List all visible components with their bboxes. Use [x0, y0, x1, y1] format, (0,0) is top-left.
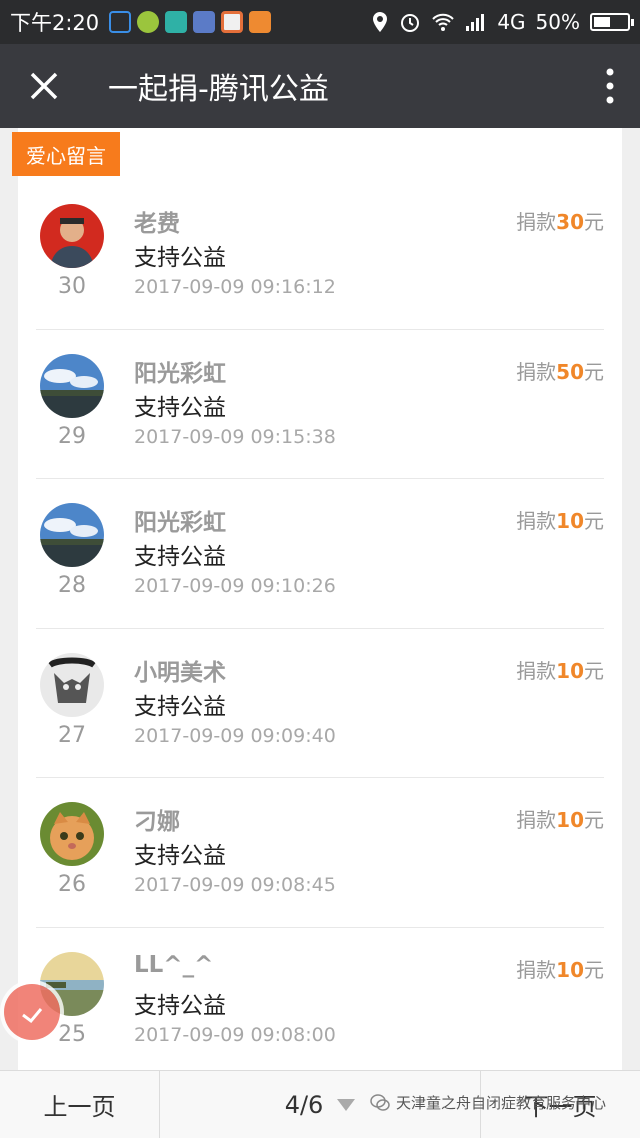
donation-amount: 捐款10元 [516, 954, 604, 983]
message-rank: 28 [58, 573, 86, 598]
donor-name: 小明美术 [134, 659, 226, 686]
battery-icon [590, 13, 634, 31]
avatar[interactable] [40, 802, 104, 866]
donation-label: 捐款 [516, 808, 557, 832]
message-time: 2017-09-09 09:16:12 [134, 276, 336, 298]
message-item: 26 刁娜支持公益 2017-09-09 09:08:45 捐款10元 [36, 778, 604, 928]
message-item: 25 LL^_^ 支持公益 2017-09-09 09:08:00 捐款10元 [36, 928, 604, 1071]
donation-value: 30 [556, 210, 584, 234]
watermark: 天津童之舟自闭症教育服务中心 [370, 1092, 606, 1113]
gallery-app-icon [221, 11, 244, 33]
message-content[interactable]: 爱心留言 30 老费 支持公益 2017-09-09 09:16:12 捐款30元 29 阳… [0, 128, 640, 1070]
donation-amount: 捐款10元 [516, 804, 604, 833]
wifi-icon [432, 13, 455, 31]
lock-app-icon [109, 11, 132, 33]
more-vertical-icon [606, 68, 614, 104]
currency-unit: 元 [584, 509, 604, 533]
message-list: 30 老费 支持公益 2017-09-09 09:16:12 捐款30元 29 阳光彩虹 支持… [18, 180, 622, 1070]
watermark-text: 天津童之舟自闭症教育服务中心 [396, 1094, 607, 1112]
donation-amount: 捐款30元 [516, 206, 604, 235]
location-icon [373, 12, 388, 32]
message-rank: 27 [58, 722, 86, 748]
message-rank: 26 [58, 872, 86, 897]
status-bar: 下午2:20 4G 50% [0, 0, 640, 44]
weibo-app-icon [249, 11, 272, 33]
donation-label: 捐款 [516, 359, 557, 384]
message-text: 支持公益 [134, 394, 226, 421]
avatar[interactable] [40, 353, 104, 418]
donor-name: 阳光彩虹 [134, 510, 226, 536]
currency-unit: 元 [584, 808, 604, 832]
donation-label: 捐款 [516, 957, 557, 982]
message-time: 2017-09-09 09:08:00 [134, 1023, 336, 1046]
donor-name: 老费 [134, 211, 180, 237]
status-time: 下午2:20 [10, 11, 100, 35]
alarm-icon [401, 14, 420, 32]
signal-icon [466, 14, 485, 31]
donation-label: 捐款 [516, 210, 557, 234]
battery-percent: 50% [535, 10, 580, 34]
network-type: 4G [497, 10, 526, 34]
message-item: 30 老费 支持公益 2017-09-09 09:16:12 捐款30元 [36, 180, 604, 330]
donor-name: LL^_^ [134, 951, 214, 978]
currency-unit: 元 [584, 210, 604, 234]
donation-value: 10 [556, 658, 584, 683]
message-rank: 29 [58, 423, 86, 449]
message-text: 支持公益 [134, 245, 226, 271]
currency-unit: 元 [584, 658, 604, 683]
message-text: 支持公益 [134, 544, 226, 570]
avatar[interactable] [40, 652, 104, 717]
donation-value: 50 [556, 359, 584, 384]
message-text: 支持公益 [134, 992, 226, 1019]
donation-value: 10 [556, 509, 584, 533]
close-button[interactable] [0, 44, 88, 128]
message-rank: 30 [58, 274, 86, 299]
scan-app-icon [165, 11, 188, 33]
heart-icon [22, 1008, 43, 1024]
donor-name: 刁娜 [134, 809, 180, 835]
message-time: 2017-09-09 09:08:45 [134, 874, 336, 896]
section-tag: 爱心留言 [12, 132, 120, 176]
floating-action-button[interactable] [4, 984, 60, 1040]
donation-label: 捐款 [516, 509, 557, 533]
upload-app-icon [193, 11, 216, 33]
donation-amount: 捐款10元 [516, 505, 604, 534]
message-time: 2017-09-09 09:10:26 [134, 575, 336, 597]
message-item: 28 阳光彩虹支持公益 2017-09-09 09:10:26 捐款10元 [36, 479, 604, 629]
donation-label: 捐款 [516, 658, 557, 683]
currency-unit: 元 [584, 957, 604, 982]
message-item: 27 小明美术支持公益 2017-09-09 09:09:40 捐款10元 [36, 629, 604, 778]
notification-icons [109, 11, 272, 33]
message-text: 支持公益 [134, 693, 226, 720]
message-time: 2017-09-09 09:09:40 [134, 724, 336, 747]
page-title: 一起捐-腾讯公益 [108, 72, 329, 107]
message-time: 2017-09-09 09:15:38 [134, 425, 336, 448]
message-text: 支持公益 [134, 843, 226, 869]
donation-value: 10 [556, 808, 584, 832]
plus-app-icon [137, 11, 160, 33]
close-icon [30, 72, 58, 100]
donation-amount: 捐款50元 [516, 356, 604, 385]
currency-unit: 元 [584, 359, 604, 384]
wechat-icon [370, 1093, 390, 1111]
avatar[interactable] [40, 503, 104, 567]
prev-page-button[interactable]: 上一页 [0, 1070, 160, 1138]
title-bar: 一起捐-腾讯公益 [0, 44, 640, 128]
message-item: 29 阳光彩虹支持公益 2017-09-09 09:15:38 捐款50元 [36, 330, 604, 479]
donation-amount: 捐款10元 [516, 655, 604, 684]
more-menu-button[interactable] [580, 44, 640, 128]
donor-name: 阳光彩虹 [134, 360, 226, 387]
donation-value: 10 [556, 957, 584, 982]
avatar[interactable] [40, 204, 104, 268]
page-indicator: 4/6 [284, 1090, 324, 1119]
dropdown-arrow-icon [337, 1098, 356, 1111]
